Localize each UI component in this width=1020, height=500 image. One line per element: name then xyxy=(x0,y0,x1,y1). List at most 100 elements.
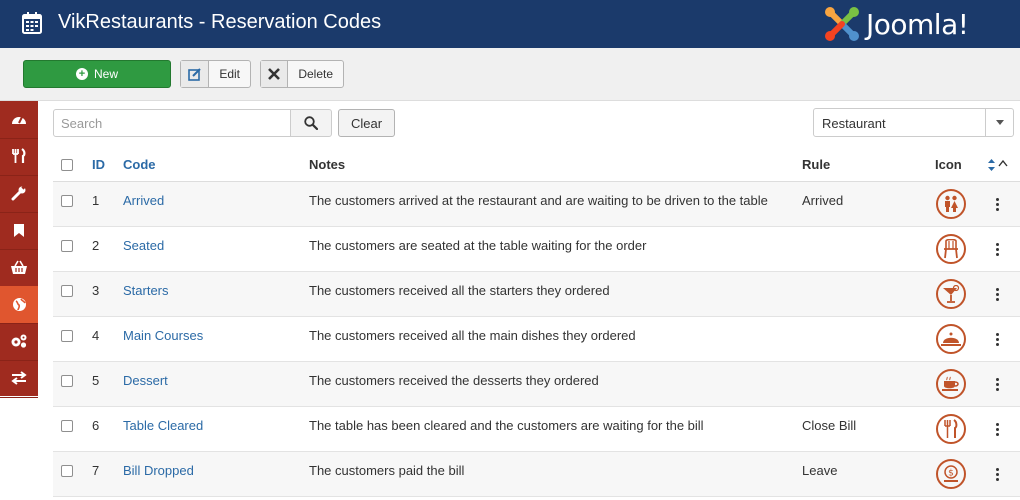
column-header-rule: Rule xyxy=(802,157,831,172)
exchange-icon xyxy=(11,371,27,386)
group-select-value: Restaurant xyxy=(822,116,886,131)
new-button[interactable]: + New xyxy=(23,60,171,88)
delete-button[interactable]: Delete xyxy=(260,60,344,88)
chevron-down-icon xyxy=(985,109,1013,136)
sort-icon xyxy=(988,158,1008,171)
page-title: VikRestaurants - Reservation Codes xyxy=(58,11,382,33)
row-checkbox[interactable] xyxy=(61,420,73,432)
clear-button[interactable]: Clear xyxy=(338,109,395,137)
row-checkbox[interactable] xyxy=(61,330,73,342)
row-code-cell: Arrived xyxy=(123,182,164,226)
joomla-wordmark: Joomla! xyxy=(866,8,969,41)
row-code-cell: Main Courses xyxy=(123,317,203,361)
joomla-logo[interactable]: Joomla! xyxy=(822,4,1012,44)
row-icon-cell xyxy=(934,272,968,316)
row-actions-menu[interactable] xyxy=(993,317,1001,361)
column-header-id[interactable]: ID xyxy=(92,148,105,181)
sidebar-item-dashboard[interactable] xyxy=(0,101,38,139)
row-actions-menu[interactable] xyxy=(993,362,1001,406)
row-actions-menu[interactable] xyxy=(993,227,1001,271)
row-rule: Arrived xyxy=(802,193,844,208)
search-input[interactable] xyxy=(53,109,291,137)
row-select-cell xyxy=(61,272,75,316)
search-button[interactable] xyxy=(290,109,332,137)
row-code-link[interactable]: Main Courses xyxy=(123,328,203,343)
app-header: VikRestaurants - Reservation Codes Jooml… xyxy=(0,0,1020,48)
row-checkbox[interactable] xyxy=(61,240,73,252)
sidebar-item-configuration[interactable] xyxy=(0,323,38,361)
row-id: 3 xyxy=(92,283,100,298)
row-checkbox[interactable] xyxy=(61,465,73,477)
row-notes: The table has been cleared and the custo… xyxy=(309,418,704,433)
row-select-cell xyxy=(61,182,75,226)
money-icon: $ xyxy=(936,459,966,489)
row-code-link[interactable]: Arrived xyxy=(123,193,164,208)
sidebar-item-bookmarks[interactable] xyxy=(0,212,38,250)
globe-icon xyxy=(12,297,26,311)
column-header-code[interactable]: Code xyxy=(123,148,156,181)
calendar-icon xyxy=(22,12,42,34)
row-icon-cell: $ xyxy=(934,452,968,496)
row-notes: The customers received all the starters … xyxy=(309,283,610,298)
row-rule: Leave xyxy=(802,463,838,478)
wrench-icon xyxy=(11,185,26,201)
sidebar-item-restaurant[interactable] xyxy=(0,138,38,176)
cloche-icon xyxy=(936,324,966,354)
sidebar-item-settings[interactable] xyxy=(0,175,38,213)
row-checkbox[interactable] xyxy=(61,285,73,297)
table-row: 6 Table Cleared The table has been cleared… xyxy=(53,407,1020,452)
row-actions-menu[interactable] xyxy=(993,182,1001,226)
column-header-notes: Notes xyxy=(309,157,346,172)
search-icon xyxy=(304,116,318,130)
reservation-codes-table: ID Code Notes Rule Icon 1 Arrived The cust… xyxy=(53,148,1020,497)
row-select-cell xyxy=(61,407,75,451)
row-notes: The customers paid the bill xyxy=(309,463,465,478)
row-code-cell: Bill Dropped xyxy=(123,452,194,496)
row-id: 2 xyxy=(92,238,100,253)
row-actions-menu[interactable] xyxy=(993,452,1001,496)
sidebar-item-exchange[interactable] xyxy=(0,360,38,398)
new-button-label: New xyxy=(93,67,118,81)
row-actions-menu[interactable] xyxy=(993,272,1001,316)
row-code-link[interactable]: Seated xyxy=(123,238,164,253)
row-select-cell xyxy=(61,362,75,406)
bookmark-icon xyxy=(14,223,24,237)
restaurant-icon xyxy=(12,148,26,164)
row-select-cell xyxy=(61,317,75,361)
row-select-cell xyxy=(61,452,75,496)
table-header: ID Code Notes Rule Icon xyxy=(53,148,1020,182)
edit-button[interactable]: Edit xyxy=(180,60,251,88)
edit-button-label: Edit xyxy=(219,67,240,81)
cutlery-icon xyxy=(936,414,966,444)
sidebar-item-global[interactable] xyxy=(0,286,38,324)
sidebar-item-shop[interactable] xyxy=(0,249,38,287)
row-notes: The customers arrived at the restaurant … xyxy=(309,193,768,208)
coffee-cup-icon xyxy=(936,369,966,399)
row-checkbox[interactable] xyxy=(61,195,73,207)
row-checkbox[interactable] xyxy=(61,375,73,387)
row-notes: The customers are seated at the table wa… xyxy=(309,238,647,253)
row-code-cell: Dessert xyxy=(123,362,168,406)
kebab-menu-icon xyxy=(995,287,999,301)
row-icon-cell xyxy=(934,407,968,451)
row-id: 6 xyxy=(92,418,100,433)
delete-button-label: Delete xyxy=(298,67,333,81)
row-icon-cell xyxy=(934,227,968,271)
group-select[interactable]: Restaurant xyxy=(813,108,1014,137)
row-code-cell: Starters xyxy=(123,272,169,316)
row-code-link[interactable]: Table Cleared xyxy=(123,418,203,433)
table-row: 1 Arrived The customers arrived at the res… xyxy=(53,182,1020,227)
row-actions-menu[interactable] xyxy=(993,407,1001,451)
row-code-link[interactable]: Dessert xyxy=(123,373,168,388)
row-id: 1 xyxy=(92,193,100,208)
row-code-link[interactable]: Bill Dropped xyxy=(123,463,194,478)
dashboard-icon xyxy=(12,116,26,125)
column-header-icon: Icon xyxy=(935,157,962,172)
row-icon-cell xyxy=(934,317,968,361)
plus-icon: + xyxy=(75,68,88,80)
row-icon-cell xyxy=(934,182,968,226)
toolbar: + New Edit Delete xyxy=(0,48,1020,101)
select-all-checkbox[interactable] xyxy=(61,158,73,171)
ordering-toggle[interactable] xyxy=(987,148,1009,181)
row-code-link[interactable]: Starters xyxy=(123,283,169,298)
